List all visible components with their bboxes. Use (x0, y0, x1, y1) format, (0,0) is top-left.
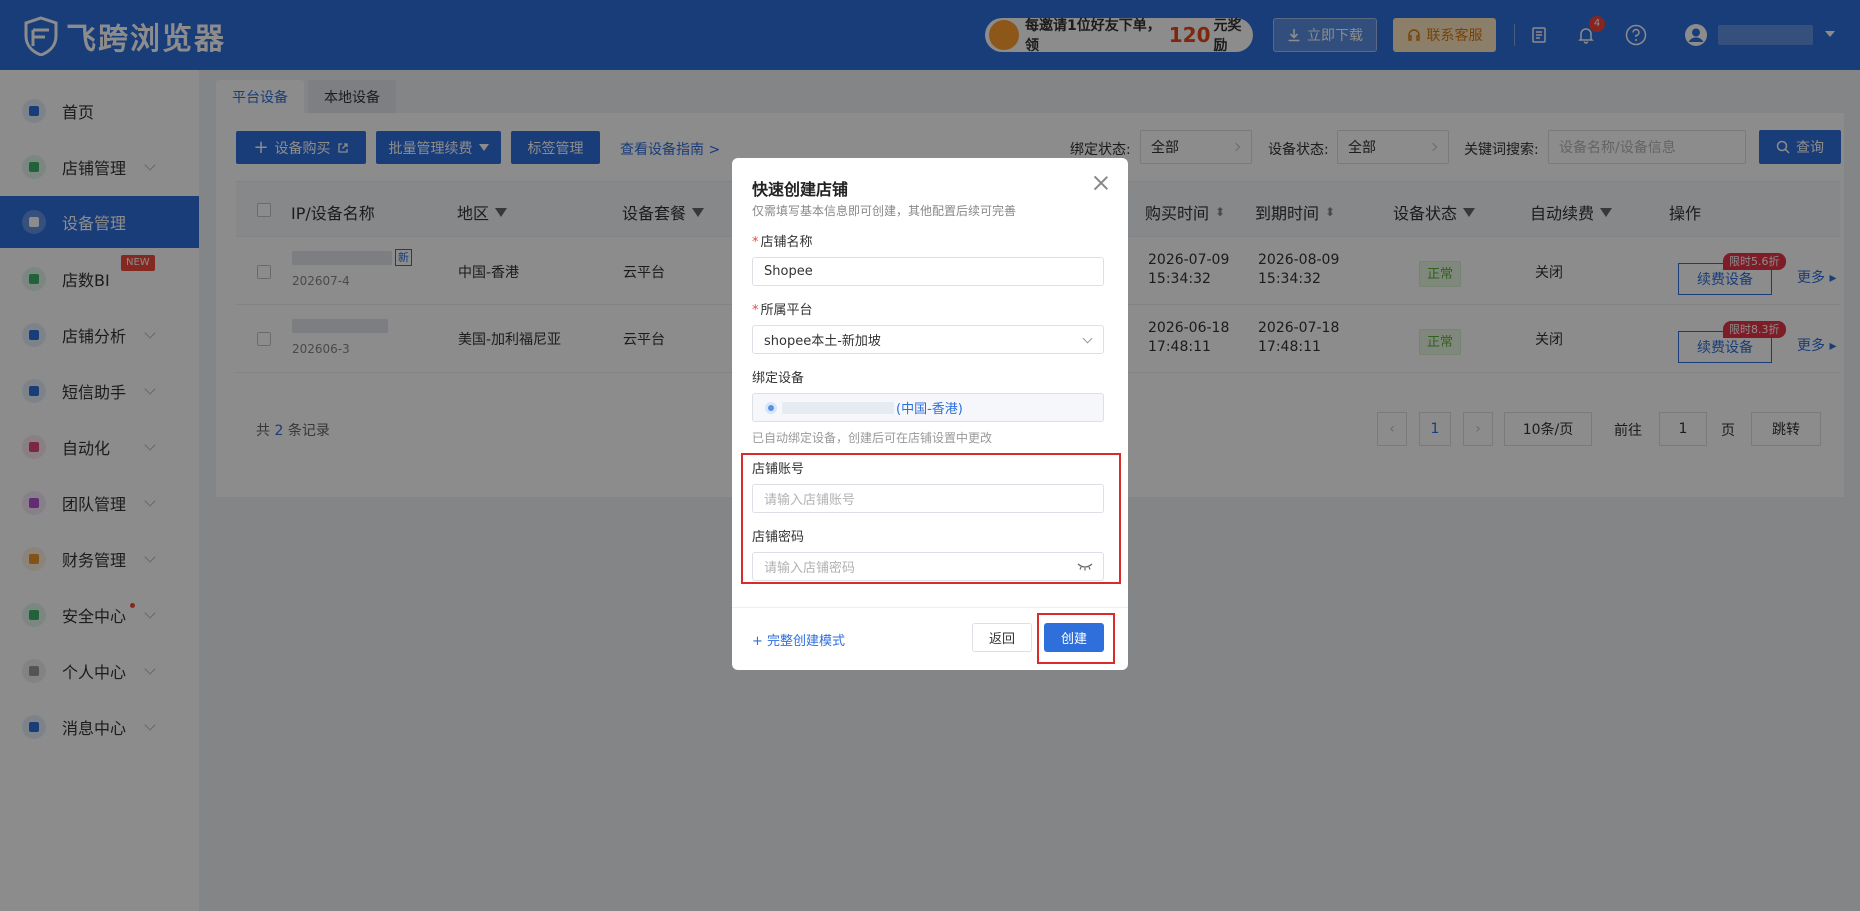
bind-device-field: (中国-香港) (752, 393, 1104, 422)
platform-value: shopee本土-新加坡 (764, 334, 881, 349)
device-ip-redacted (782, 401, 894, 414)
device-hint: 已自动绑定设备，创建后可在店铺设置中更改 (752, 431, 993, 445)
dialog-divider (732, 607, 1128, 608)
highlight-account-password (741, 453, 1121, 584)
back-button[interactable]: 返回 (972, 623, 1032, 652)
dialog-title: 快速创建店铺 (752, 180, 849, 199)
full-create-mode-link[interactable]: + 完整创建模式 (752, 630, 845, 649)
store-name-label: * 店铺名称 (752, 235, 813, 250)
highlight-create-button (1037, 613, 1115, 664)
platform-label: * 所属平台 (752, 303, 813, 318)
store-name-input[interactable]: Shopee (752, 257, 1104, 286)
dialog-subtitle: 仅需填写基本信息即可创建，其他配置后续可完善 (752, 204, 1017, 218)
close-icon[interactable] (1092, 174, 1110, 192)
device-globe-icon (765, 401, 777, 414)
device-region: (中国-香港) (896, 402, 963, 417)
bind-device-label: 绑定设备 (752, 371, 805, 386)
platform-select[interactable]: shopee本土-新加坡 (752, 325, 1104, 354)
chevron-down-icon (1082, 333, 1093, 344)
quick-create-store-dialog: 快速创建店铺 仅需填写基本信息即可创建，其他配置后续可完善 * 店铺名称 Shop… (732, 158, 1128, 670)
